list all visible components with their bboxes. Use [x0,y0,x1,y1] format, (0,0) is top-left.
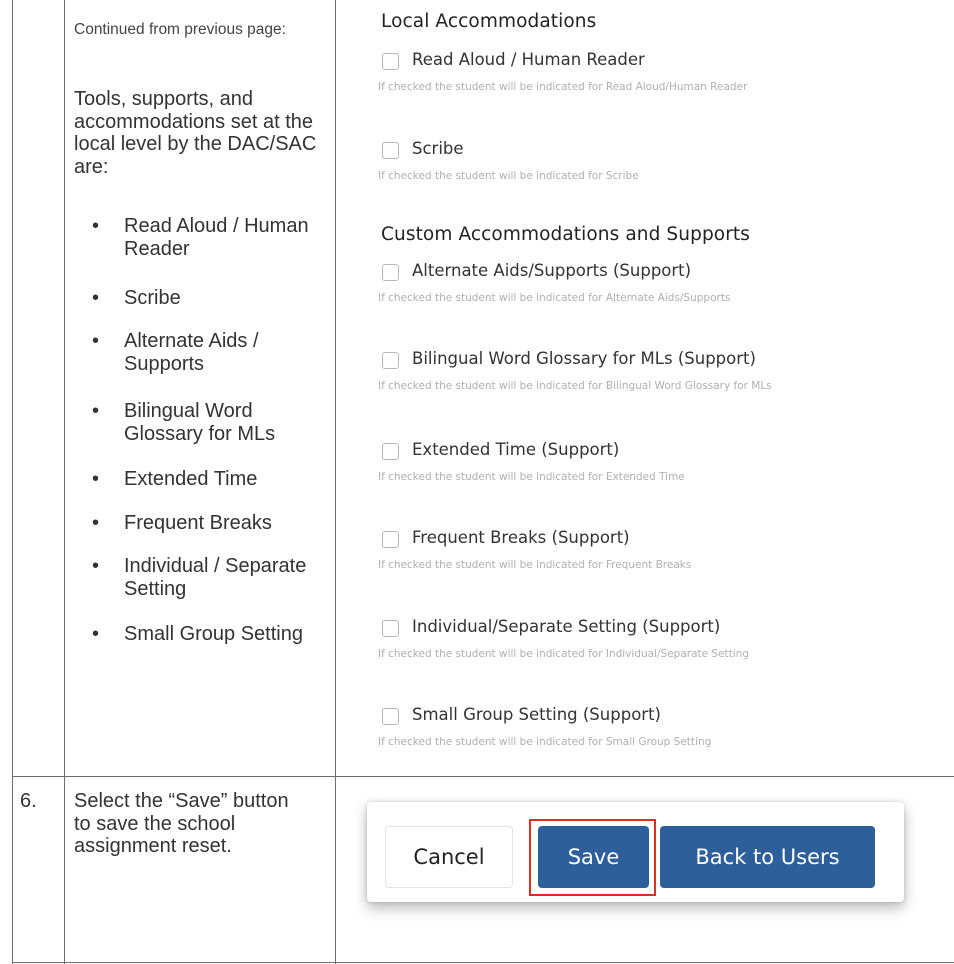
table-border-bottom [12,962,954,963]
button-panel-screenshot: Cancel Save Back to Users [367,802,904,902]
checkbox-scribe[interactable] [382,142,399,159]
option-help-text: If checked the student will be indicated… [378,471,685,483]
bullet-icon: • [92,555,100,577]
table-row-divider [12,776,954,777]
option-label: Scribe [412,139,464,158]
checkbox-small-group[interactable] [382,708,399,725]
checkbox-frequent-breaks[interactable] [382,531,399,548]
bullet-icon: • [92,400,100,422]
option-label: Frequent Breaks (Support) [412,528,630,547]
step-instruction: Select the “Save” button to save the sch… [74,790,289,857]
option-label: Small Group Setting (Support) [412,705,661,724]
option-help-text: If checked the student will be indicated… [378,736,712,748]
checkbox-extended-time[interactable] [382,443,399,460]
option-help-text: If checked the student will be indicated… [378,81,748,93]
bullet-icon: • [92,287,100,309]
save-button[interactable]: Save [538,826,649,888]
checkbox-individual-setting[interactable] [382,620,399,637]
checkbox-bilingual-glossary[interactable] [382,352,399,369]
instruction-table: Continued from previous page: Tools, sup… [0,0,954,964]
table-border-col1 [64,0,65,964]
bullet-icon: • [92,330,100,352]
option-help-text: If checked the student will be indicated… [378,648,750,660]
continued-note: Continued from previous page: [74,21,286,38]
table-border-left [12,0,13,964]
cancel-button[interactable]: Cancel [385,826,513,888]
option-label: Individual/Separate Setting (Support) [412,617,721,636]
option-label: Alternate Aids/Supports (Support) [412,261,692,280]
tools-intro: Tools, supports, and accommodations set … [74,88,317,178]
local-accommodations-heading: Local Accommodations [381,11,597,32]
option-label: Extended Time (Support) [412,440,620,459]
option-help-text: If checked the student will be indicated… [378,559,692,571]
custom-accommodations-heading: Custom Accommodations and Supports [381,224,751,245]
back-to-users-button[interactable]: Back to Users [660,826,875,888]
option-help-text: If checked the student will be indicated… [378,380,772,392]
option-help-text: If checked the student will be indicated… [378,292,731,304]
option-label: Bilingual Word Glossary for MLs (Support… [412,349,756,368]
checkbox-read-aloud[interactable] [382,53,399,70]
checkbox-alternate-aids[interactable] [382,264,399,281]
bullet-icon: • [92,623,100,645]
bullet-icon: • [92,215,100,237]
step-number: 6. [20,790,37,812]
option-label: Read Aloud / Human Reader [412,50,645,69]
option-help-text: If checked the student will be indicated… [378,170,639,182]
bullet-icon: • [92,512,100,534]
bullet-icon: • [92,468,100,490]
